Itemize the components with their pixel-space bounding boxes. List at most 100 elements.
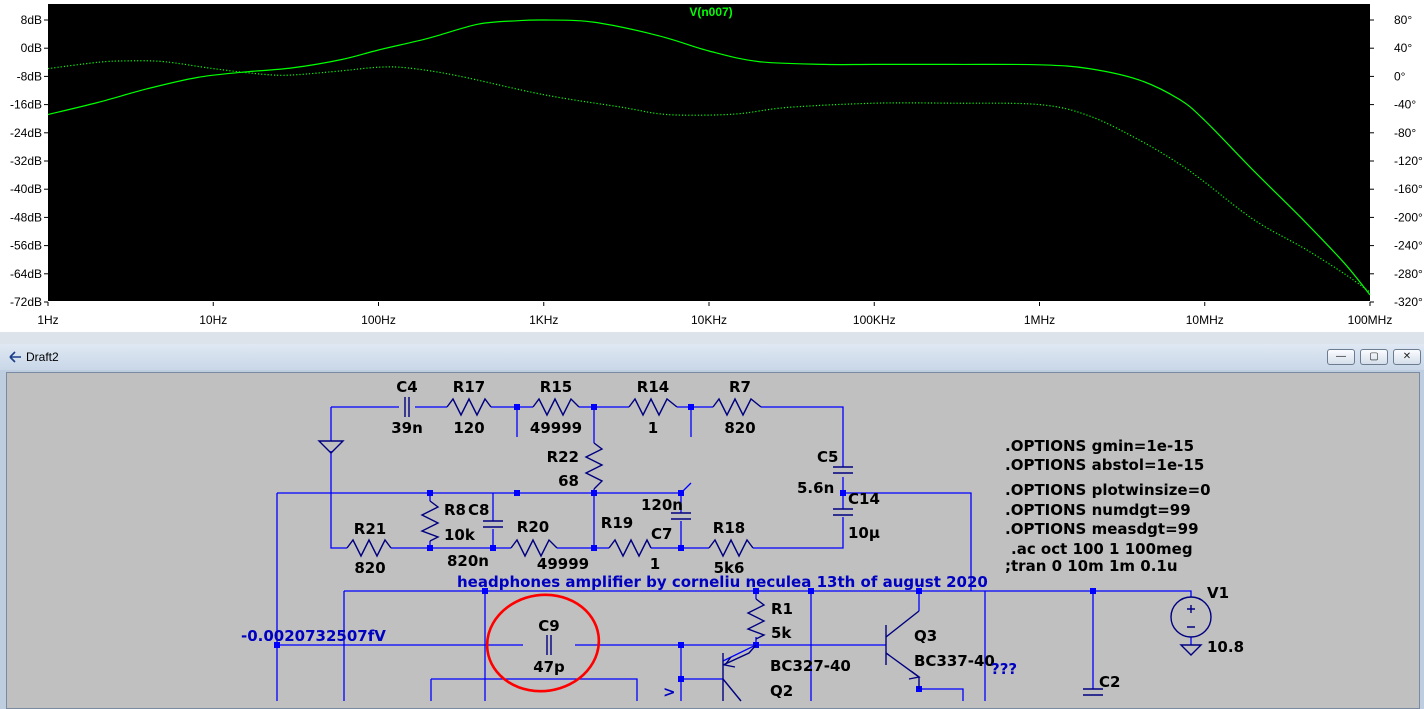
c2-label[interactable]: C2 <box>1099 673 1120 691</box>
c8-label[interactable]: C8 <box>468 501 489 519</box>
c14-label[interactable]: C14 <box>848 490 880 508</box>
q2-label[interactable]: Q2 <box>770 682 793 700</box>
resistor-r15[interactable] <box>532 397 580 417</box>
v1-value[interactable]: 10.8 <box>1207 638 1244 656</box>
r18-label[interactable]: R18 <box>713 519 745 537</box>
r20-label[interactable]: R20 <box>517 518 549 536</box>
capacitor-c14[interactable] <box>833 508 853 516</box>
r14-label[interactable]: R14 <box>637 378 669 396</box>
resistor-r19[interactable] <box>608 538 652 558</box>
spice-directives[interactable]: .OPTIONS gmin=1e-15 .OPTIONS abstol=1e-1… <box>1005 437 1211 575</box>
r21-label[interactable]: R21 <box>354 520 386 538</box>
r15-value[interactable]: 49999 <box>530 419 582 437</box>
trace-title[interactable]: V(n007) <box>689 5 732 19</box>
resistor-r7[interactable] <box>712 397 762 417</box>
r8-value[interactable]: 10k <box>444 526 476 544</box>
junction <box>514 490 520 496</box>
y2-axis-tick-label: -40° <box>1394 98 1416 112</box>
resistor-r21[interactable] <box>346 538 392 558</box>
junction <box>678 545 684 551</box>
resistor-r8[interactable] <box>420 500 440 542</box>
capacitor-c5[interactable] <box>833 466 853 474</box>
probe-voltage-readout[interactable]: -0.0020732507fV <box>241 627 386 645</box>
junction <box>490 545 496 551</box>
directive-line[interactable]: .OPTIONS plotwinsize=0 <box>1005 481 1211 499</box>
directive-line[interactable]: .OPTIONS gmin=1e-15 <box>1005 437 1194 455</box>
resistor-r20[interactable] <box>510 538 558 558</box>
y2-axis-tick-label: -80° <box>1394 126 1416 140</box>
bode-plot[interactable]: V(n007) 8dB 0dB -8dB -16dB -24dB -32dB -40dB -4… <box>0 0 1424 332</box>
r7-label[interactable]: R7 <box>729 378 751 396</box>
v1-label[interactable]: V1 <box>1207 584 1229 602</box>
r20-value[interactable]: 49999 <box>537 555 589 573</box>
junction <box>591 404 597 410</box>
schematic-comment[interactable]: headphones amplifier by corneliu neculea… <box>457 573 988 591</box>
transistor-q3[interactable] <box>885 610 921 689</box>
x-axis-labels: 1Hz 10Hz 100Hz 1KHz 10KHz 100KHz 1MHz 10MHz 100M… <box>37 313 1392 327</box>
capacitor-c8[interactable] <box>483 520 503 528</box>
y2-axis-tick-label: -320° <box>1394 295 1423 309</box>
c14-value[interactable]: 10µ <box>848 524 880 542</box>
directive-line[interactable]: .OPTIONS measdgt=99 <box>1005 520 1199 538</box>
r22-label[interactable]: R22 <box>547 448 579 466</box>
c9-value[interactable]: 47p <box>533 658 565 676</box>
resistor-r17[interactable] <box>446 397 492 417</box>
c5-label[interactable]: C5 <box>817 448 838 466</box>
c7-label[interactable]: C7 <box>651 525 672 543</box>
maximize-icon: ▢ <box>1369 351 1379 362</box>
voltage-source-v1[interactable] <box>1170 596 1212 656</box>
c9-label[interactable]: C9 <box>538 617 559 635</box>
unknown-label[interactable]: ??? <box>991 660 1017 678</box>
wire[interactable] <box>330 451 347 549</box>
directive-line[interactable]: ;tran 0 10m 1m 0.1u <box>1005 557 1178 575</box>
capacitor-c9[interactable] <box>546 635 552 655</box>
q2-model[interactable]: BC327-40 <box>770 657 851 675</box>
supply-rail[interactable] <box>344 590 1192 597</box>
resistor-r14[interactable] <box>628 397 678 417</box>
y2-axis-tick-label: -200° <box>1394 210 1423 224</box>
y2-axis-tick-label: 40° <box>1394 41 1412 55</box>
r17-label[interactable]: R17 <box>453 378 485 396</box>
r19-label[interactable]: R19 <box>601 514 633 532</box>
r17-value[interactable]: 120 <box>453 419 484 437</box>
junction <box>427 490 433 496</box>
capacitor-c4[interactable] <box>404 397 410 417</box>
r22-value[interactable]: 68 <box>558 472 579 490</box>
c5-value[interactable]: 5.6n <box>797 479 834 497</box>
q3-model[interactable]: BC337-40 <box>914 652 995 670</box>
r7-value[interactable]: 820 <box>724 419 755 437</box>
close-button[interactable]: ✕ <box>1393 349 1421 365</box>
directive-line[interactable]: .ac oct 100 1 100meg <box>1011 540 1193 558</box>
wire[interactable] <box>277 482 692 494</box>
r14-value[interactable]: 1 <box>648 419 658 437</box>
r8-label[interactable]: R8 <box>444 501 466 519</box>
maximize-button[interactable]: ▢ <box>1360 349 1388 365</box>
y-axis-tick-label: 0dB <box>21 41 42 55</box>
schematic-drawing[interactable]: C4 39n R17 120 R15 49999 R14 1 R7 820 R2… <box>7 373 1420 709</box>
minimize-button[interactable]: — <box>1327 349 1355 365</box>
resistor-r1[interactable] <box>746 598 766 640</box>
c7-value[interactable]: 120n <box>641 496 683 514</box>
r1-label[interactable]: R1 <box>771 600 793 618</box>
r21-value[interactable]: 820 <box>354 559 385 577</box>
c8-value[interactable]: 820n <box>447 552 489 570</box>
junction <box>591 490 597 496</box>
c4-label[interactable]: C4 <box>396 378 417 396</box>
waveform-plot-pane[interactable]: V(n007) 8dB 0dB -8dB -16dB -24dB -32dB -40dB -4… <box>0 0 1424 332</box>
resistor-r18[interactable] <box>708 538 754 558</box>
directive-line[interactable]: .OPTIONS numdgt=99 <box>1005 501 1191 519</box>
directive-line[interactable]: .OPTIONS abstol=1e-15 <box>1005 456 1204 474</box>
pane-separator[interactable] <box>0 332 1424 344</box>
r15-label[interactable]: R15 <box>540 378 572 396</box>
voltage-arrow-label[interactable]: > <box>663 683 676 701</box>
resistor-r22[interactable] <box>584 442 604 490</box>
plot-area[interactable] <box>48 4 1370 301</box>
r1-value[interactable]: 5k <box>771 624 792 642</box>
q3-label[interactable]: Q3 <box>914 627 937 645</box>
schematic-canvas[interactable]: C4 39n R17 120 R15 49999 R14 1 R7 820 R2… <box>6 372 1420 709</box>
wire[interactable] <box>753 517 844 549</box>
c4-value[interactable]: 39n <box>391 419 423 437</box>
wire[interactable] <box>919 688 964 701</box>
r19-value[interactable]: 1 <box>650 555 660 573</box>
window-title-bar[interactable]: Draft2 — ▢ ✕ <box>0 344 1424 370</box>
